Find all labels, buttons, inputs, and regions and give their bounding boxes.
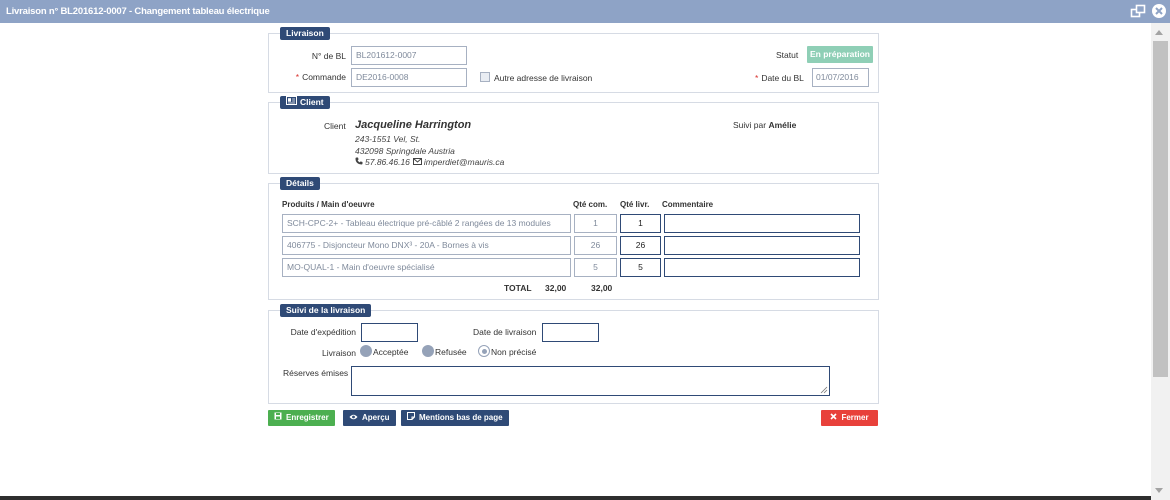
row-commentaire-input[interactable] bbox=[664, 236, 860, 255]
preview-button[interactable]: Aperçu bbox=[343, 410, 396, 426]
statut-label: Statut bbox=[776, 50, 799, 60]
client-phone: 57.86.46.16 bbox=[365, 157, 410, 167]
total-label: TOTAL bbox=[504, 283, 532, 293]
header-commentaire: Commentaire bbox=[662, 200, 714, 209]
footer-mentions-button[interactable]: Mentions bas de page bbox=[401, 410, 509, 426]
reserves-label: Réserves émises bbox=[283, 368, 349, 378]
client-email[interactable]: imperdiet@mauris.ca bbox=[424, 157, 504, 167]
radio-non-precise-label[interactable]: Non précisé bbox=[491, 347, 536, 357]
radio-non-precise[interactable] bbox=[478, 345, 490, 357]
scrollbar-thumb[interactable] bbox=[1153, 41, 1168, 377]
total-qte-livr: 32,00 bbox=[591, 283, 613, 293]
header-qte-com: Qté com. bbox=[573, 200, 608, 209]
reserves-textarea[interactable] bbox=[351, 366, 830, 396]
resize-grip-icon[interactable] bbox=[820, 386, 828, 394]
row-qte-livr-input[interactable]: 1 bbox=[620, 214, 661, 233]
row-qte-livr-input[interactable]: 5 bbox=[620, 258, 661, 277]
row-qte-com: 26 bbox=[574, 236, 617, 255]
save-icon bbox=[274, 410, 282, 426]
row-qte-livr-input[interactable]: 26 bbox=[620, 236, 661, 255]
radio-acceptee-label[interactable]: Acceptée bbox=[373, 347, 408, 357]
close-window-icon[interactable] bbox=[1151, 3, 1167, 19]
close-x-icon bbox=[830, 410, 838, 426]
restore-window-icon[interactable] bbox=[1130, 3, 1146, 19]
radio-refusee-label[interactable]: Refusée bbox=[435, 347, 467, 357]
date-bl-field[interactable]: 01/07/2016 bbox=[812, 68, 869, 87]
header-qte-livr: Qté livr. bbox=[620, 200, 650, 209]
eye-icon bbox=[349, 410, 358, 426]
client-label: Client bbox=[324, 121, 346, 131]
status-badge: En préparation bbox=[807, 46, 873, 63]
client-name: Jacqueline Harrington bbox=[355, 119, 472, 131]
details-legend: Détails bbox=[280, 177, 320, 190]
suivi-legend: Suivi de la livraison bbox=[280, 304, 372, 317]
client-card-icon bbox=[286, 96, 297, 109]
date-livraison-input[interactable] bbox=[542, 323, 599, 342]
livraison-status-label: Livraison bbox=[322, 348, 357, 358]
autre-adresse-label: Autre adresse de livraison bbox=[494, 73, 593, 83]
radio-acceptee[interactable] bbox=[360, 345, 372, 357]
save-button[interactable]: Enregistrer bbox=[268, 410, 335, 426]
row-commentaire-input[interactable] bbox=[664, 214, 860, 233]
total-qte-com: 32,00 bbox=[545, 283, 567, 293]
window-titlebar: Livraison n° BL201612-0007 - Changement … bbox=[0, 0, 1170, 23]
autre-adresse-checkbox[interactable] bbox=[480, 72, 490, 82]
client-contact: 57.86.46.16 imperdiet@mauris.ca bbox=[355, 157, 504, 167]
commande-label: * Commande bbox=[295, 72, 346, 82]
client-address-line2: 432098 Springdale Austria bbox=[355, 146, 455, 156]
row-qte-com: 1 bbox=[574, 214, 617, 233]
phone-icon bbox=[355, 157, 363, 167]
row-produit: SCH-CPC-2+ - Tableau électrique pré-câbl… bbox=[282, 214, 571, 233]
suivi-par: Suivi par Amélie bbox=[733, 120, 797, 130]
client-legend: Client bbox=[280, 96, 330, 109]
bl-number-label: N° de BL bbox=[311, 51, 346, 61]
livraison-legend: Livraison bbox=[280, 27, 330, 40]
bl-number-field[interactable]: BL201612-0007 bbox=[351, 46, 467, 65]
horizontal-scrollbar[interactable] bbox=[0, 496, 1151, 500]
row-qte-com: 5 bbox=[574, 258, 617, 277]
envelope-icon bbox=[412, 157, 422, 167]
date-expedition-label: Date d'expédition bbox=[290, 327, 356, 337]
scroll-down-arrow-icon[interactable] bbox=[1155, 488, 1163, 493]
row-commentaire-input[interactable] bbox=[664, 258, 860, 277]
client-address-line1: 243-1551 Vel, St. bbox=[355, 134, 421, 144]
scroll-up-arrow-icon[interactable] bbox=[1155, 30, 1163, 35]
date-expedition-input[interactable] bbox=[361, 323, 418, 342]
radio-refusee[interactable] bbox=[422, 345, 434, 357]
commande-field[interactable]: DE2016-0008 bbox=[351, 68, 467, 87]
date-livraison-label: Date de livraison bbox=[473, 327, 537, 337]
note-icon bbox=[407, 410, 415, 426]
close-button[interactable]: Fermer bbox=[821, 410, 878, 426]
date-bl-label: * Date du BL bbox=[755, 73, 804, 83]
row-produit: MO-QUAL-1 - Main d'oeuvre spécialisé bbox=[282, 258, 571, 277]
row-produit: 406775 - Disjoncteur Mono DNX³ - 20A - B… bbox=[282, 236, 571, 255]
vertical-scrollbar[interactable] bbox=[1151, 23, 1170, 500]
suivi-par-name: Amélie bbox=[768, 120, 797, 130]
header-produits: Produits / Main d'oeuvre bbox=[282, 200, 375, 209]
window-title: Livraison n° BL201612-0007 - Changement … bbox=[6, 6, 270, 17]
